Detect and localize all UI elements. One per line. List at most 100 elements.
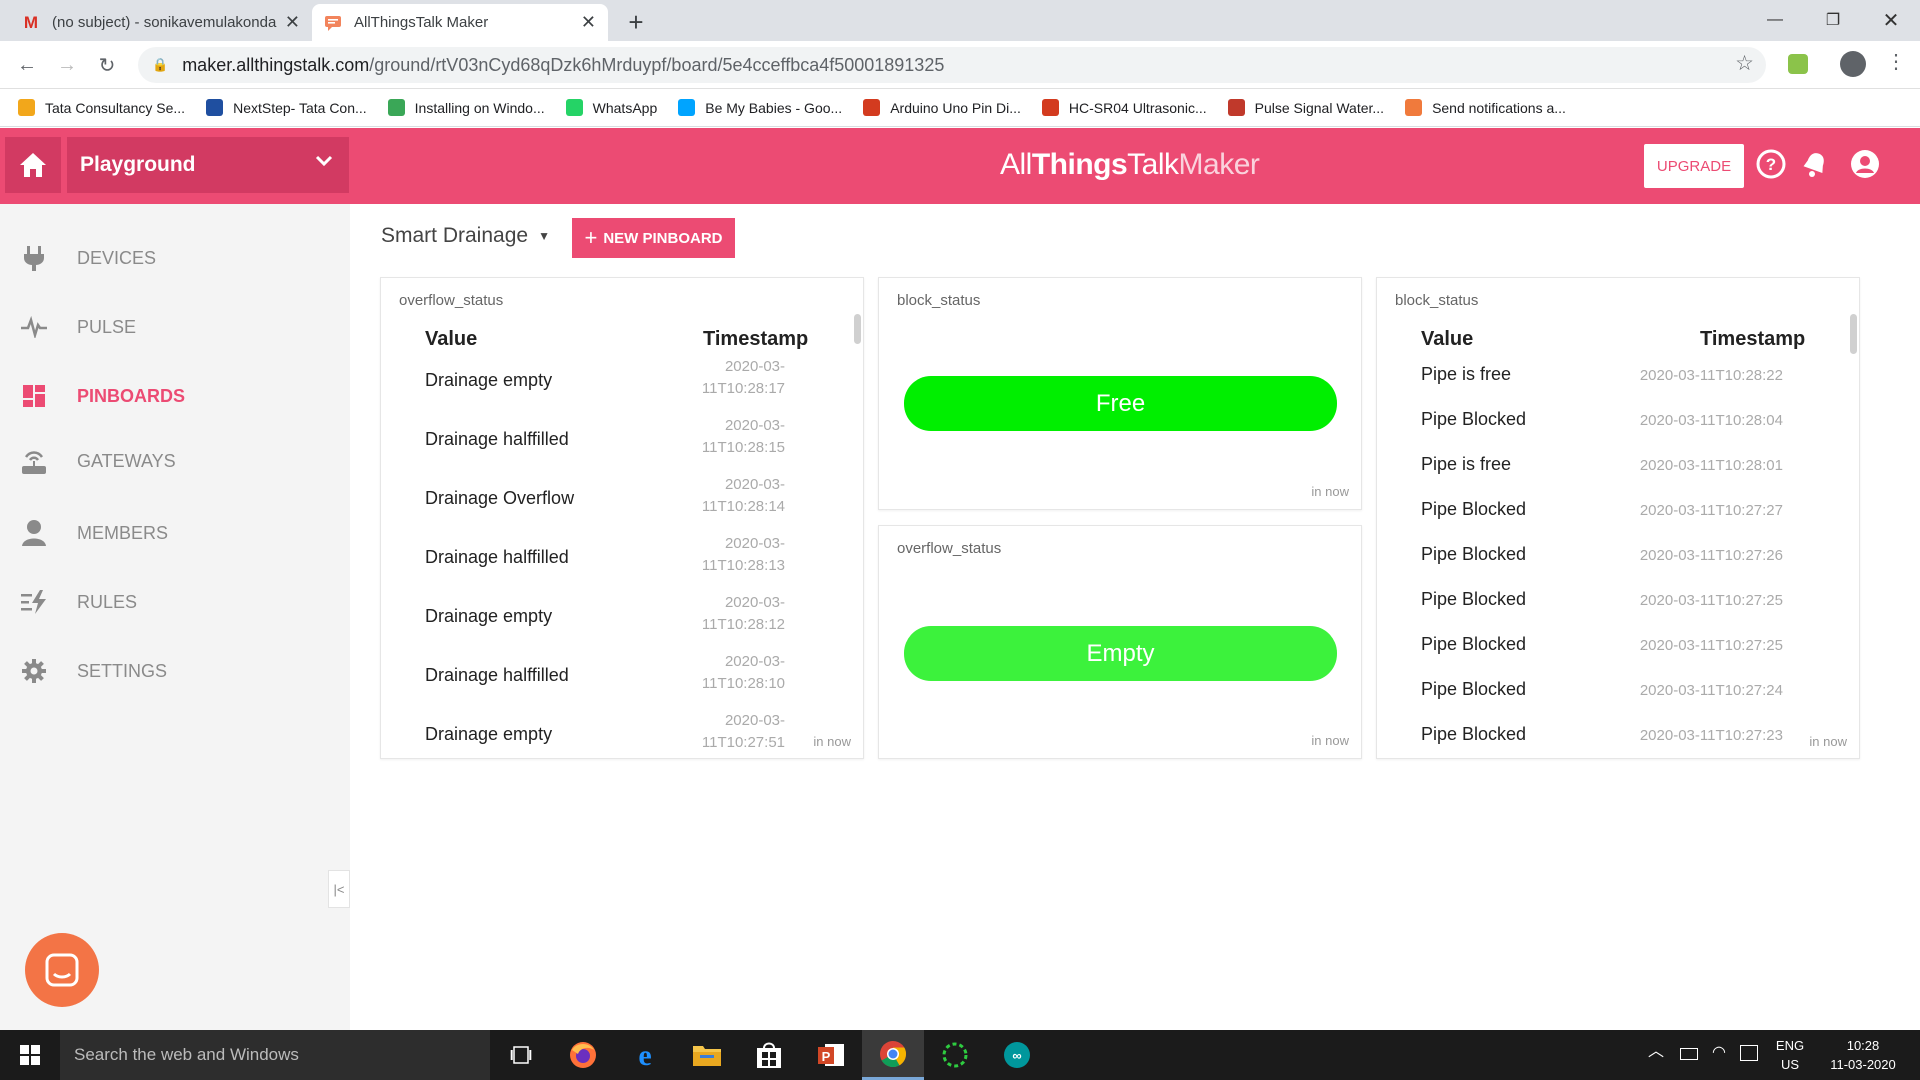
language-code: ENG: [1775, 1038, 1805, 1053]
bookmark-item[interactable]: WhatsApp: [565, 99, 657, 116]
language-indicator[interactable]: ENG US: [1770, 1036, 1810, 1074]
sidebar-item-members[interactable]: MEMBERS: [0, 513, 350, 553]
close-tab-icon[interactable]: ✕: [285, 12, 300, 33]
column-header-timestamp: Timestamp: [703, 328, 809, 350]
pinboard-selector[interactable]: Smart Drainage ▼: [381, 224, 550, 248]
firefox-icon[interactable]: [552, 1030, 614, 1080]
bookmark-favicon-icon: [18, 99, 35, 116]
table-cell-value: Pipe Blocked: [1421, 724, 1527, 744]
sidebar-item-gateways[interactable]: GATEWAYS: [0, 441, 350, 481]
updated-label: in now: [1806, 734, 1847, 749]
sidebar-item-rules[interactable]: RULES: [0, 582, 350, 622]
windows-taskbar: Search the web and Windows e P ∞ ︿ ◠ ENG…: [0, 1030, 1920, 1080]
sidebar-item-settings[interactable]: SETTINGS: [0, 651, 350, 691]
back-icon[interactable]: ←: [13, 51, 41, 79]
sidebar-item-label: RULES: [77, 591, 138, 612]
clock[interactable]: 10:28 11-03-2020: [1818, 1036, 1908, 1074]
minimize-icon[interactable]: —: [1752, 0, 1798, 40]
bookmark-favicon-icon: [1041, 99, 1059, 116]
tab-title: (no subject) - sonikavemulakonda: [52, 14, 277, 31]
url-field[interactable]: 🔒 maker.allthingstalk.com/ground/rtV03nC…: [138, 47, 1766, 83]
brand-part: Things: [1031, 148, 1128, 181]
brand-part: Talk: [1127, 148, 1179, 181]
menu-dots-icon[interactable]: ⋮: [1886, 49, 1906, 74]
taskbar-search-field[interactable]: Search the web and Windows: [60, 1030, 490, 1080]
sidebar-item-pulse[interactable]: PULSE: [0, 307, 350, 347]
bookmark-item[interactable]: Be My Babies - Goo...: [678, 99, 842, 116]
table-cell-timestamp: 2020-03-11T10:27:25: [1639, 637, 1783, 654]
bookmark-item[interactable]: Pulse Signal Water...: [1227, 99, 1384, 116]
table-cell-timestamp: 2020-03-11T10:27:26: [1639, 547, 1783, 564]
bookmark-item[interactable]: HC-SR04 Ultrasonic...: [1041, 99, 1207, 116]
chat-launcher-button[interactable]: [25, 933, 99, 1007]
sidebar-item-pinboards[interactable]: PINBOARDS: [0, 376, 350, 416]
battery-icon[interactable]: [1680, 1048, 1698, 1060]
forward-icon[interactable]: →: [53, 51, 81, 79]
person-icon: [20, 519, 48, 547]
tray-chevron-icon[interactable]: ︿: [1648, 1042, 1664, 1061]
card-title: block_status: [1395, 292, 1479, 309]
arduino-icon[interactable]: ∞: [986, 1030, 1048, 1080]
reload-icon[interactable]: ↻: [93, 51, 121, 79]
home-button[interactable]: [5, 137, 61, 193]
svg-text:∞: ∞: [1012, 1048, 1021, 1063]
collapse-sidebar-button[interactable]: |<: [328, 870, 350, 908]
timestamp-date: 2020-03-: [724, 594, 785, 611]
store-icon[interactable]: [738, 1030, 800, 1080]
ground-selector[interactable]: Playground: [67, 137, 349, 193]
table-cell-timestamp: 2020-03-11T10:27:24: [1639, 682, 1783, 699]
svg-text:e: e: [638, 1040, 651, 1070]
upgrade-button[interactable]: UPGRADE: [1644, 144, 1744, 188]
bookmark-favicon-icon: [863, 99, 881, 116]
sidebar: DEVICES PULSE PINBOARDS GATEWAYS MEMBERS…: [0, 204, 350, 1030]
table-cell-value: Drainage Overflow: [425, 488, 575, 508]
table-cell-timestamp: 2020-03-11T10:28:04: [1639, 412, 1783, 429]
chrome-icon[interactable]: [862, 1030, 924, 1080]
profile-icon[interactable]: [1840, 51, 1866, 77]
loading-app-icon[interactable]: [924, 1030, 986, 1080]
extension-icon[interactable]: [1788, 54, 1808, 74]
notifications-icon[interactable]: [1800, 149, 1830, 179]
tab-title: AllThingsTalk Maker: [354, 14, 489, 31]
column-header-value: Value: [425, 328, 478, 350]
timestamp-time: 11T10:28:12: [701, 616, 785, 633]
scrollbar[interactable]: [1850, 314, 1857, 354]
powerpoint-icon[interactable]: P: [800, 1030, 862, 1080]
plug-icon: [20, 244, 48, 272]
new-pinboard-button[interactable]: + NEW PINBOARD: [572, 218, 735, 258]
new-tab-button[interactable]: +: [620, 6, 652, 38]
sidebar-item-label: SETTINGS: [77, 660, 168, 681]
scrollbar[interactable]: [854, 314, 861, 344]
rules-icon: [20, 588, 48, 616]
table-cell-timestamp: 2020-03-11T10:28:01: [1639, 457, 1783, 474]
account-icon[interactable]: [1850, 149, 1880, 179]
sidebar-item-devices[interactable]: DEVICES: [0, 238, 350, 278]
table-cell-value: Pipe Blocked: [1421, 679, 1527, 699]
notification-center-icon[interactable]: [1740, 1045, 1758, 1061]
svg-text:?: ?: [1766, 155, 1776, 174]
ground-name: Playground: [80, 153, 196, 176]
timestamp-time: 11T10:28:14: [701, 498, 785, 515]
wifi-icon[interactable]: ◠: [1712, 1043, 1726, 1062]
gmail-icon: M: [23, 12, 39, 32]
bookmark-star-icon[interactable]: ☆: [1735, 51, 1754, 76]
bookmark-item[interactable]: Installing on Windo...: [387, 99, 545, 116]
brand-part: Maker: [1178, 148, 1260, 181]
restore-icon[interactable]: ❐: [1810, 0, 1856, 40]
bookmark-item[interactable]: Tata Consultancy Se...: [18, 99, 185, 116]
file-explorer-icon[interactable]: [676, 1030, 738, 1080]
close-window-icon[interactable]: ✕: [1868, 0, 1914, 40]
table-cell-value: Pipe is free: [1421, 364, 1512, 384]
tab-allthingstalk[interactable]: AllThingsTalk Maker ✕: [312, 4, 608, 41]
bookmark-item[interactable]: Send notifications a...: [1405, 99, 1566, 116]
edge-icon[interactable]: e: [614, 1030, 676, 1080]
help-icon[interactable]: ?: [1756, 149, 1786, 179]
task-view-icon[interactable]: [490, 1030, 552, 1080]
start-button[interactable]: [0, 1030, 60, 1080]
timestamp-time: 11T10:28:10: [701, 675, 785, 692]
tab-gmail[interactable]: M (no subject) - sonikavemulakonda ✕: [10, 4, 312, 41]
close-tab-icon[interactable]: ✕: [581, 12, 596, 33]
url-host: maker.allthingstalk.com: [182, 54, 370, 75]
bookmark-item[interactable]: Arduino Uno Pin Di...: [863, 99, 1021, 116]
bookmark-item[interactable]: NextStep- Tata Con...: [206, 99, 367, 116]
